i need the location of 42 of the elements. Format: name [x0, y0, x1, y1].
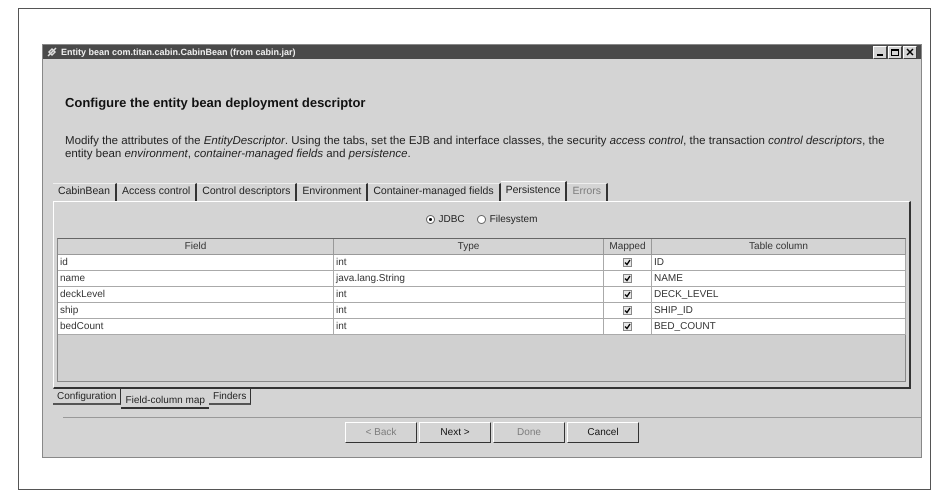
table-cell: int [334, 318, 604, 334]
table-cell: int [334, 254, 604, 270]
tab[interactable]: Access control [116, 182, 198, 200]
table-cell: ship [58, 302, 334, 318]
checkbox[interactable] [623, 322, 632, 330]
wizard-button[interactable]: Next > [419, 422, 491, 442]
close-icon[interactable] [903, 46, 917, 58]
table-cell: int [334, 286, 604, 302]
table-cell: int [334, 302, 604, 318]
tab[interactable]: CabinBean [53, 182, 117, 200]
tab[interactable]: Control descriptors [197, 182, 298, 200]
tab[interactable]: Persistence [500, 180, 568, 200]
column-header[interactable]: Field [58, 238, 334, 254]
column-header[interactable]: Table column [652, 238, 906, 254]
tab[interactable]: Environment [297, 182, 368, 200]
table-cell: java.lang.String [334, 270, 604, 286]
table-cell: bedCount [58, 318, 334, 334]
bottom-tab[interactable]: Configuration [53, 388, 122, 404]
table-cell: NAME [652, 270, 906, 286]
table-cell: DECK_LEVEL [652, 286, 906, 302]
tab[interactable]: Container-managed fields [368, 182, 501, 200]
table-cell: SHIP_ID [652, 302, 906, 318]
bottom-tab[interactable]: Finders [208, 388, 252, 404]
column-header[interactable]: Type [334, 238, 604, 254]
dialog-heading: Configure the entity bean deployment descriptor [65, 94, 366, 112]
checkbox[interactable] [623, 258, 632, 266]
wizard-button[interactable]: Cancel [567, 422, 639, 442]
radio-option[interactable]: JDBC [426, 212, 465, 227]
table-cell: ID [652, 254, 906, 270]
table-cell: id [58, 254, 334, 270]
table-cell: deckLevel [58, 286, 334, 302]
table-cell: name [58, 270, 334, 286]
checkbox[interactable] [623, 290, 632, 298]
description-text: Modify the attributes of the EntityDescriptor. Using the tabs, set the EJB and interface classes, the security access control, the transaction control descriptors, the entity bean environment, container-managed fields and persistence. [65, 134, 886, 160]
checkbox[interactable] [623, 274, 632, 282]
checkbox[interactable] [623, 306, 632, 314]
radio-option[interactable]: Filesystem [476, 212, 538, 227]
column-header[interactable]: Mapped [604, 238, 652, 254]
window-title: Entity bean com.titan.cabin.CabinBean (from cabin.jar) [61, 48, 296, 56]
maximize-icon[interactable] [888, 46, 902, 58]
table-cell: BED_COUNT [652, 318, 906, 334]
minimize-icon[interactable] [873, 46, 887, 58]
